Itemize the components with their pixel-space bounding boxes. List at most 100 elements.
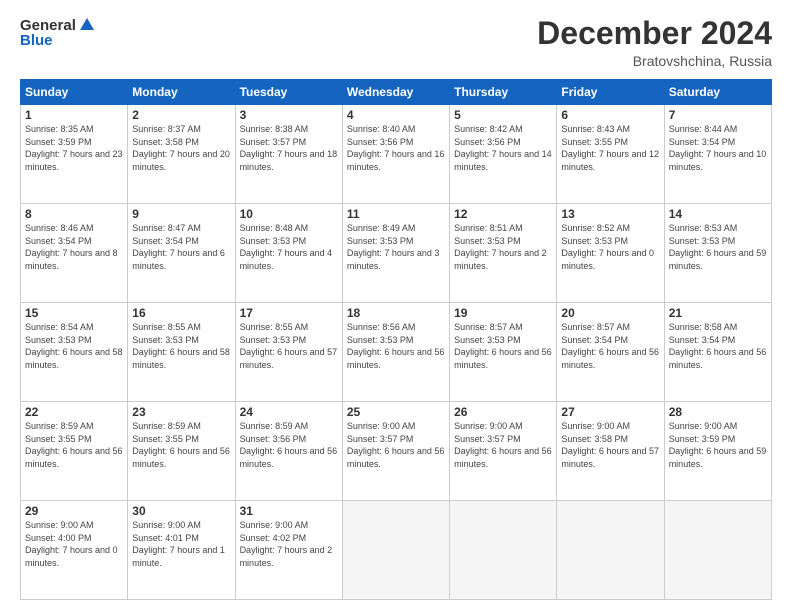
day-number: 27 xyxy=(561,405,659,419)
day-number: 10 xyxy=(240,207,338,221)
calendar-table: Sunday Monday Tuesday Wednesday Thursday… xyxy=(20,79,772,600)
logo-icon xyxy=(78,16,96,34)
table-row: 20 Sunrise: 8:57 AMSunset: 3:54 PMDaylig… xyxy=(557,303,664,402)
col-friday: Friday xyxy=(557,80,664,105)
day-info: Sunrise: 8:49 AMSunset: 3:53 PMDaylight:… xyxy=(347,222,445,272)
day-number: 4 xyxy=(347,108,445,122)
table-row: 6 Sunrise: 8:43 AMSunset: 3:55 PMDayligh… xyxy=(557,105,664,204)
day-info: Sunrise: 9:00 AMSunset: 4:02 PMDaylight:… xyxy=(240,519,338,569)
day-number: 28 xyxy=(669,405,767,419)
table-row: 18 Sunrise: 8:56 AMSunset: 3:53 PMDaylig… xyxy=(342,303,449,402)
col-sunday: Sunday xyxy=(21,80,128,105)
table-row: 30 Sunrise: 9:00 AMSunset: 4:01 PMDaylig… xyxy=(128,501,235,600)
day-number: 16 xyxy=(132,306,230,320)
day-info: Sunrise: 8:48 AMSunset: 3:53 PMDaylight:… xyxy=(240,222,338,272)
day-number: 24 xyxy=(240,405,338,419)
day-info: Sunrise: 8:52 AMSunset: 3:53 PMDaylight:… xyxy=(561,222,659,272)
day-number: 1 xyxy=(25,108,123,122)
calendar-week-5: 29 Sunrise: 9:00 AMSunset: 4:00 PMDaylig… xyxy=(21,501,772,600)
day-number: 11 xyxy=(347,207,445,221)
table-row: 12 Sunrise: 8:51 AMSunset: 3:53 PMDaylig… xyxy=(450,204,557,303)
table-row: 17 Sunrise: 8:55 AMSunset: 3:53 PMDaylig… xyxy=(235,303,342,402)
month-title: December 2024 xyxy=(537,16,772,51)
day-number: 25 xyxy=(347,405,445,419)
day-number: 17 xyxy=(240,306,338,320)
day-info: Sunrise: 8:43 AMSunset: 3:55 PMDaylight:… xyxy=(561,123,659,173)
day-info: Sunrise: 8:35 AMSunset: 3:59 PMDaylight:… xyxy=(25,123,123,173)
day-info: Sunrise: 9:00 AMSunset: 4:00 PMDaylight:… xyxy=(25,519,123,569)
calendar-week-4: 22 Sunrise: 8:59 AMSunset: 3:55 PMDaylig… xyxy=(21,402,772,501)
table-row xyxy=(557,501,664,600)
table-row: 24 Sunrise: 8:59 AMSunset: 3:56 PMDaylig… xyxy=(235,402,342,501)
day-number: 22 xyxy=(25,405,123,419)
day-info: Sunrise: 8:47 AMSunset: 3:54 PMDaylight:… xyxy=(132,222,230,272)
day-info: Sunrise: 8:38 AMSunset: 3:57 PMDaylight:… xyxy=(240,123,338,173)
table-row: 2 Sunrise: 8:37 AMSunset: 3:58 PMDayligh… xyxy=(128,105,235,204)
table-row: 1 Sunrise: 8:35 AMSunset: 3:59 PMDayligh… xyxy=(21,105,128,204)
table-row: 5 Sunrise: 8:42 AMSunset: 3:56 PMDayligh… xyxy=(450,105,557,204)
day-number: 13 xyxy=(561,207,659,221)
col-saturday: Saturday xyxy=(664,80,771,105)
day-number: 8 xyxy=(25,207,123,221)
day-info: Sunrise: 8:37 AMSunset: 3:58 PMDaylight:… xyxy=(132,123,230,173)
day-number: 31 xyxy=(240,504,338,518)
col-thursday: Thursday xyxy=(450,80,557,105)
day-info: Sunrise: 8:59 AMSunset: 3:56 PMDaylight:… xyxy=(240,420,338,470)
day-info: Sunrise: 8:57 AMSunset: 3:53 PMDaylight:… xyxy=(454,321,552,371)
day-number: 2 xyxy=(132,108,230,122)
day-number: 30 xyxy=(132,504,230,518)
table-row: 19 Sunrise: 8:57 AMSunset: 3:53 PMDaylig… xyxy=(450,303,557,402)
table-row: 16 Sunrise: 8:55 AMSunset: 3:53 PMDaylig… xyxy=(128,303,235,402)
day-info: Sunrise: 8:53 AMSunset: 3:53 PMDaylight:… xyxy=(669,222,767,272)
day-info: Sunrise: 8:59 AMSunset: 3:55 PMDaylight:… xyxy=(132,420,230,470)
day-info: Sunrise: 8:42 AMSunset: 3:56 PMDaylight:… xyxy=(454,123,552,173)
day-number: 9 xyxy=(132,207,230,221)
day-number: 20 xyxy=(561,306,659,320)
day-info: Sunrise: 9:00 AMSunset: 4:01 PMDaylight:… xyxy=(132,519,230,569)
day-number: 3 xyxy=(240,108,338,122)
day-info: Sunrise: 8:57 AMSunset: 3:54 PMDaylight:… xyxy=(561,321,659,371)
table-row: 31 Sunrise: 9:00 AMSunset: 4:02 PMDaylig… xyxy=(235,501,342,600)
table-row: 13 Sunrise: 8:52 AMSunset: 3:53 PMDaylig… xyxy=(557,204,664,303)
day-number: 7 xyxy=(669,108,767,122)
day-info: Sunrise: 8:59 AMSunset: 3:55 PMDaylight:… xyxy=(25,420,123,470)
table-row: 26 Sunrise: 9:00 AMSunset: 3:57 PMDaylig… xyxy=(450,402,557,501)
day-number: 5 xyxy=(454,108,552,122)
day-info: Sunrise: 9:00 AMSunset: 3:57 PMDaylight:… xyxy=(347,420,445,470)
day-number: 23 xyxy=(132,405,230,419)
table-row: 14 Sunrise: 8:53 AMSunset: 3:53 PMDaylig… xyxy=(664,204,771,303)
table-row: 29 Sunrise: 9:00 AMSunset: 4:00 PMDaylig… xyxy=(21,501,128,600)
table-row xyxy=(450,501,557,600)
table-row: 23 Sunrise: 8:59 AMSunset: 3:55 PMDaylig… xyxy=(128,402,235,501)
table-row: 10 Sunrise: 8:48 AMSunset: 3:53 PMDaylig… xyxy=(235,204,342,303)
day-info: Sunrise: 8:44 AMSunset: 3:54 PMDaylight:… xyxy=(669,123,767,173)
day-info: Sunrise: 8:55 AMSunset: 3:53 PMDaylight:… xyxy=(132,321,230,371)
table-row xyxy=(664,501,771,600)
col-monday: Monday xyxy=(128,80,235,105)
calendar-header-row: Sunday Monday Tuesday Wednesday Thursday… xyxy=(21,80,772,105)
logo: General Blue xyxy=(20,16,96,49)
col-wednesday: Wednesday xyxy=(342,80,449,105)
day-info: Sunrise: 8:58 AMSunset: 3:54 PMDaylight:… xyxy=(669,321,767,371)
day-info: Sunrise: 8:46 AMSunset: 3:54 PMDaylight:… xyxy=(25,222,123,272)
day-number: 12 xyxy=(454,207,552,221)
calendar-week-1: 1 Sunrise: 8:35 AMSunset: 3:59 PMDayligh… xyxy=(21,105,772,204)
table-row: 4 Sunrise: 8:40 AMSunset: 3:56 PMDayligh… xyxy=(342,105,449,204)
table-row: 9 Sunrise: 8:47 AMSunset: 3:54 PMDayligh… xyxy=(128,204,235,303)
table-row: 8 Sunrise: 8:46 AMSunset: 3:54 PMDayligh… xyxy=(21,204,128,303)
calendar-week-2: 8 Sunrise: 8:46 AMSunset: 3:54 PMDayligh… xyxy=(21,204,772,303)
day-info: Sunrise: 9:00 AMSunset: 3:57 PMDaylight:… xyxy=(454,420,552,470)
page: General Blue December 2024 Bratovshchina… xyxy=(0,0,792,612)
day-number: 19 xyxy=(454,306,552,320)
day-number: 26 xyxy=(454,405,552,419)
day-info: Sunrise: 9:00 AMSunset: 3:59 PMDaylight:… xyxy=(669,420,767,470)
table-row: 15 Sunrise: 8:54 AMSunset: 3:53 PMDaylig… xyxy=(21,303,128,402)
table-row xyxy=(342,501,449,600)
day-info: Sunrise: 8:56 AMSunset: 3:53 PMDaylight:… xyxy=(347,321,445,371)
header: General Blue December 2024 Bratovshchina… xyxy=(20,16,772,69)
table-row: 25 Sunrise: 9:00 AMSunset: 3:57 PMDaylig… xyxy=(342,402,449,501)
calendar-week-3: 15 Sunrise: 8:54 AMSunset: 3:53 PMDaylig… xyxy=(21,303,772,402)
day-info: Sunrise: 8:51 AMSunset: 3:53 PMDaylight:… xyxy=(454,222,552,272)
table-row: 3 Sunrise: 8:38 AMSunset: 3:57 PMDayligh… xyxy=(235,105,342,204)
logo-general: General xyxy=(20,17,76,34)
